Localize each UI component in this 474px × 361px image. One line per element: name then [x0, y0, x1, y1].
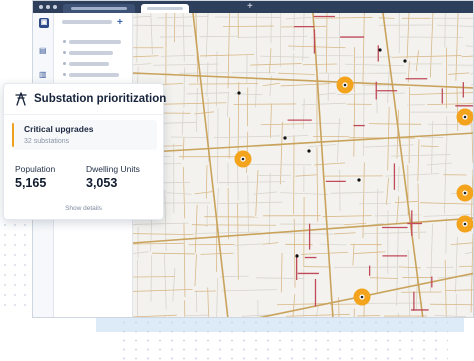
browser-tab-inactive[interactable] [63, 4, 135, 13]
substation-marker[interactable] [456, 184, 474, 202]
population-label: Population [15, 164, 56, 174]
transmission-tower-icon [15, 92, 27, 106]
list-bullet [63, 40, 66, 43]
bar-chart-icon[interactable]: ▥ [39, 70, 48, 79]
list-bullet [63, 51, 66, 54]
population-value: 5,165 [15, 176, 47, 190]
list-item-placeholder[interactable] [69, 73, 119, 77]
substation-marker[interactable] [353, 288, 371, 306]
list-bullet [63, 73, 66, 76]
critical-upgrades-item[interactable]: Critical upgrades 32 substations [12, 120, 157, 150]
point-marker [378, 48, 382, 52]
city-map[interactable] [133, 13, 474, 318]
card-header: Substation prioritization [4, 84, 167, 115]
point-marker [295, 254, 299, 258]
substation-marker[interactable] [456, 108, 474, 126]
substation-card: Substation prioritization Critical upgra… [3, 83, 167, 220]
show-details-link[interactable]: Show details [4, 205, 163, 212]
point-marker [237, 91, 241, 95]
street [228, 117, 231, 159]
add-button[interactable]: + [117, 17, 123, 28]
app-logo-icon[interactable]: ▣ [39, 18, 49, 28]
street [184, 314, 210, 317]
critical-upgrades-title: Critical upgrades [24, 124, 94, 134]
street [183, 67, 185, 108]
dwelling-units-value: 3,053 [86, 176, 118, 190]
tab-title-placeholder [71, 7, 127, 10]
buildings-icon[interactable]: ▤ [39, 46, 48, 55]
substation-count: 32 substations [24, 138, 70, 145]
window-minimize-dot[interactable] [46, 5, 50, 9]
browser-tab-active[interactable] [141, 4, 189, 13]
decorative-dots-bottom [118, 318, 448, 361]
list-bullet [63, 62, 66, 65]
street [359, 202, 391, 205]
point-marker [307, 149, 311, 153]
panel-header-placeholder [62, 20, 112, 24]
street [445, 217, 447, 254]
list-item-placeholder[interactable] [69, 62, 109, 66]
street [206, 205, 208, 228]
substation-marker[interactable] [456, 215, 474, 233]
tab-title-placeholder [147, 7, 183, 10]
point-marker [357, 178, 361, 182]
substation-marker[interactable] [336, 76, 354, 94]
street [160, 36, 193, 38]
street [222, 25, 274, 27]
dwelling-units-label: Dwelling Units [86, 164, 140, 174]
card-title: Substation prioritization [34, 93, 167, 105]
point-marker [283, 136, 287, 140]
point-marker [403, 59, 407, 63]
list-item-placeholder[interactable] [69, 40, 121, 44]
accent-bar [12, 123, 14, 147]
list-item-placeholder[interactable] [69, 51, 113, 55]
window-maximize-dot[interactable] [53, 5, 57, 9]
substation-marker[interactable] [234, 150, 252, 168]
new-tab-button[interactable]: + [247, 1, 253, 13]
browser-titlebar: + [33, 1, 473, 13]
window-close-dot[interactable] [39, 5, 43, 9]
